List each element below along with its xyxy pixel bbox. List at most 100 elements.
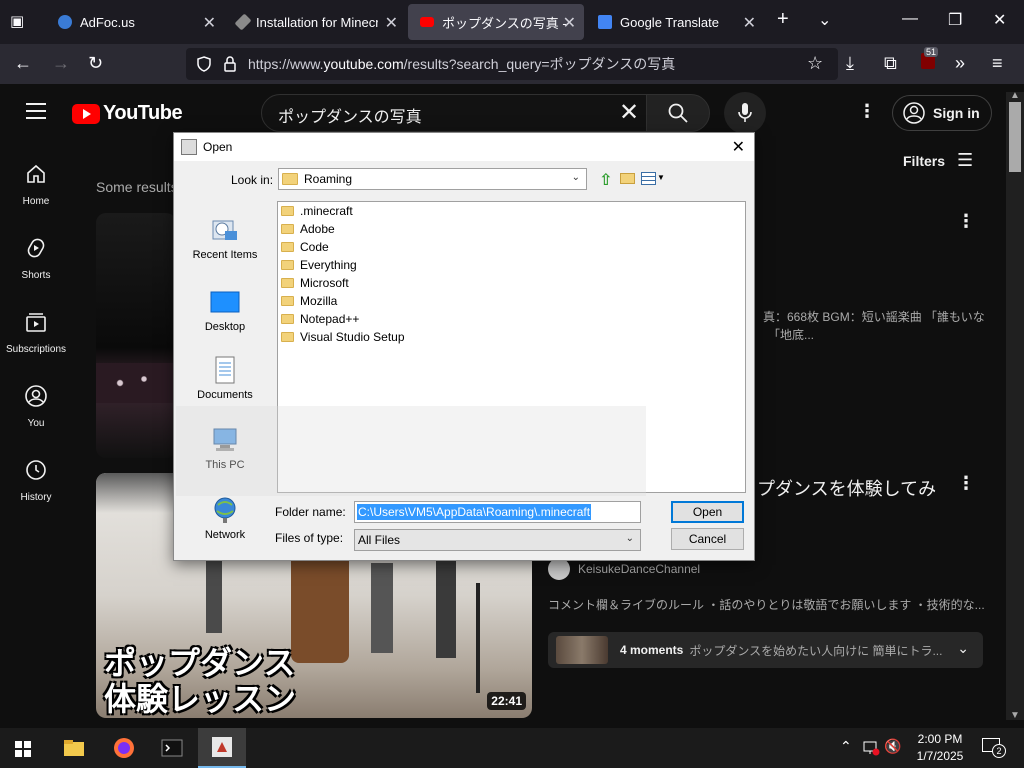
view-menu-icon[interactable]	[641, 172, 656, 185]
up-folder-icon[interactable]: ⇧	[599, 170, 612, 190]
adfocus-icon	[58, 15, 72, 29]
clear-search-icon[interactable]: ✕	[619, 98, 639, 127]
place-network[interactable]: Network	[178, 495, 272, 541]
reload-icon[interactable]: ↻	[88, 53, 103, 74]
browser-nav-bar: ← → ↻ https://www.youtube.com/results?se…	[0, 44, 1024, 84]
page-scrollbar[interactable]: ▲ ▼	[1006, 90, 1024, 721]
sidebar-item-shorts[interactable]: Shorts	[0, 236, 72, 281]
you-icon	[25, 385, 47, 407]
filters-button[interactable]: Filters ☰	[903, 150, 973, 171]
bookmark-star-icon[interactable]: ☆	[807, 53, 823, 74]
video-options-icon[interactable]: ⋮	[957, 473, 975, 494]
guide-menu-icon[interactable]	[26, 103, 46, 119]
search-input[interactable]: ポップダンスの写真	[261, 94, 647, 132]
close-window-icon[interactable]: ✕	[993, 10, 1006, 30]
list-item[interactable]: Microsoft	[281, 274, 349, 292]
folder-name-field[interactable]: C:\Users\VM5\AppData\Roaming\.minecraft	[354, 501, 641, 523]
folder-icon	[281, 224, 294, 234]
filters-icon: ☰	[957, 150, 974, 170]
sign-in-button[interactable]: Sign in	[892, 95, 992, 131]
sidebar-item-you[interactable]: You	[0, 384, 72, 429]
downloads-icon[interactable]: ⤓	[846, 53, 854, 74]
network-icon	[214, 497, 236, 523]
tab-adfocus[interactable]: AdFoc.us ✕	[44, 0, 224, 44]
tab-overview-icon[interactable]: ▣	[10, 12, 24, 30]
url-bar[interactable]: https://www.youtube.com/results?search_q…	[186, 48, 838, 80]
menu-hamburger-icon[interactable]: ≡	[992, 53, 1003, 74]
sidebar-item-home[interactable]: Home	[0, 162, 72, 207]
close-tab-icon[interactable]: ✕	[743, 13, 756, 33]
browser-tab-strip: ▣ AdFoc.us ✕ Installation for Minecraft …	[0, 0, 1024, 44]
close-tab-icon[interactable]: ✕	[385, 13, 398, 33]
cancel-button[interactable]: Cancel	[671, 528, 744, 550]
new-folder-icon[interactable]	[620, 173, 635, 184]
list-item[interactable]: .minecraft	[281, 202, 353, 220]
new-tab-icon[interactable]: +	[777, 8, 789, 31]
video-title-2[interactable]: プダンスを体験してみ	[757, 475, 936, 501]
dialog-close-icon[interactable]: ✕	[732, 137, 745, 157]
overflow-chevrons-icon[interactable]: »	[955, 53, 965, 74]
youtube-logo[interactable]: YouTube	[72, 102, 183, 125]
voice-search-button[interactable]	[724, 92, 766, 134]
taskbar-active-app[interactable]	[198, 728, 246, 768]
video-thumbnail-1[interactable]	[96, 213, 176, 458]
open-button[interactable]: Open	[671, 501, 744, 523]
ublock-icon[interactable]: 51	[921, 47, 939, 74]
volume-muted-icon[interactable]: 🔇	[884, 738, 901, 755]
lock-icon	[224, 56, 236, 72]
minimize-icon[interactable]: —	[902, 10, 918, 28]
folder-icon	[281, 206, 294, 216]
chevron-down-icon[interactable]: ⌄	[957, 640, 969, 657]
sidebar-item-subscriptions[interactable]: Subscriptions	[0, 310, 72, 355]
pencil-icon	[234, 13, 252, 31]
close-tab-icon[interactable]: ✕	[203, 13, 216, 33]
tab-google-translate[interactable]: Google Translate ✕	[588, 0, 764, 44]
list-item[interactable]: Visual Studio Setup	[281, 328, 405, 346]
scroll-down-icon[interactable]: ▼	[1010, 710, 1020, 721]
windows-start-icon[interactable]	[9, 734, 37, 762]
list-item[interactable]: Notepad++	[281, 310, 359, 328]
channel-row[interactable]: KeisukeDanceChannel	[548, 558, 700, 580]
scrollbar-thumb[interactable]	[1009, 102, 1021, 172]
microphone-icon	[738, 103, 752, 122]
dialog-titlebar[interactable]: Open ✕	[174, 133, 754, 161]
clock[interactable]: 2:00 PM 1/7/2025	[912, 731, 968, 765]
firefox-icon[interactable]	[110, 734, 138, 762]
folder-icon	[282, 173, 298, 185]
video-options-icon[interactable]: ⋮	[957, 211, 975, 232]
network-status-icon[interactable]	[862, 740, 880, 756]
list-item[interactable]: Code	[281, 238, 329, 256]
sidebar-item-history[interactable]: History	[0, 458, 72, 503]
translate-icon	[598, 15, 612, 29]
java-app-icon	[181, 139, 197, 155]
channel-avatar	[548, 558, 570, 580]
look-in-combo[interactable]: Roaming ⌄	[278, 168, 587, 190]
close-tab-icon[interactable]: ✕	[563, 13, 576, 33]
scroll-up-icon[interactable]: ▲	[1010, 90, 1020, 101]
file-explorer-icon[interactable]	[60, 734, 88, 762]
moments-bar[interactable]: 4 moments ポップダンスを始めたい人向けに 簡単にトラ... ⌄	[548, 632, 983, 668]
view-menu-chevron-icon[interactable]: ▼	[657, 173, 665, 182]
search-button[interactable]	[646, 94, 710, 132]
restore-icon[interactable]: ❐	[948, 10, 962, 30]
tab-youtube-active[interactable]: ポップダンスの写真 - ✕	[408, 4, 584, 40]
files-of-type-combo[interactable]: All Files ⌄	[354, 529, 641, 551]
list-item[interactable]: Adobe	[281, 220, 335, 238]
place-desktop[interactable]: Desktop	[178, 287, 272, 333]
back-icon[interactable]: ←	[14, 53, 32, 74]
video-description-1: 真：668枚 BGM：短い謡楽曲 「誰もいな 「地底...	[763, 310, 985, 342]
tab-installation[interactable]: Installation for Minecraft ✕	[226, 0, 406, 44]
tab-list-chevron-icon[interactable]: ⌄	[818, 10, 831, 30]
extensions-icon[interactable]: ⧉	[884, 53, 897, 74]
terminal-icon[interactable]	[158, 734, 186, 762]
forward-icon[interactable]: →	[52, 53, 70, 74]
notifications-icon[interactable]: 2	[982, 738, 1006, 758]
tab-label: ポップダンスの写真 -	[442, 15, 567, 31]
place-documents[interactable]: Documents	[178, 355, 272, 401]
more-options-icon[interactable]: ⋮	[858, 101, 876, 122]
folder-icon	[281, 296, 294, 306]
place-recent-items[interactable]: Recent Items	[178, 215, 272, 261]
tray-chevron-up-icon[interactable]: ⌃	[840, 738, 852, 755]
list-item[interactable]: Everything	[281, 256, 357, 274]
list-item[interactable]: Mozilla	[281, 292, 337, 310]
